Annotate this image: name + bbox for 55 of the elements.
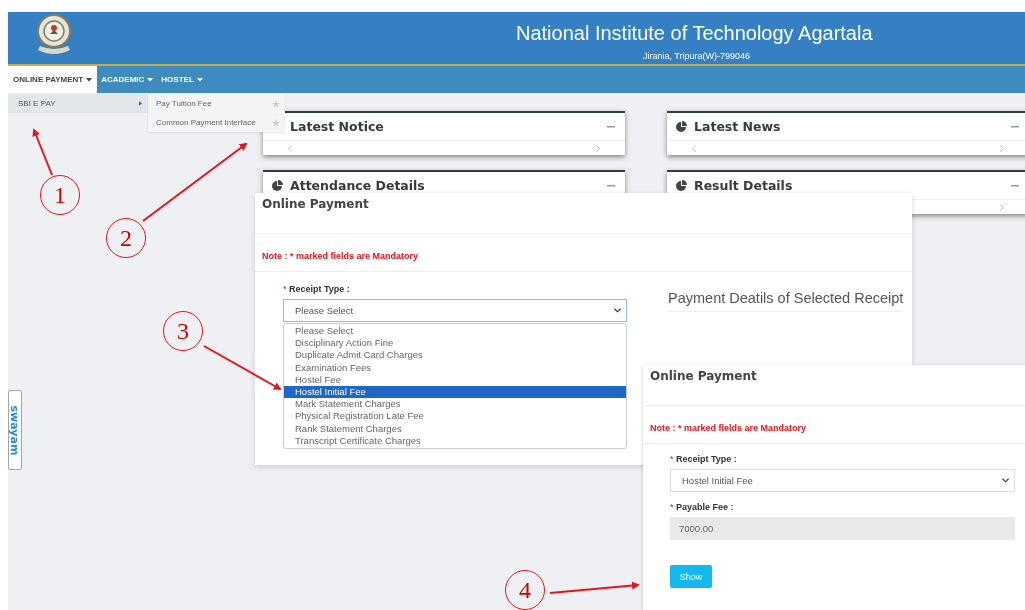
card-title: Attendance Details bbox=[290, 178, 425, 193]
caret-icon bbox=[196, 77, 203, 82]
submenu-item[interactable]: Common Payment Interface bbox=[156, 118, 256, 127]
card-title: Latest Notice bbox=[290, 119, 384, 134]
dropdown-option[interactable]: Transcript Certificate Charges bbox=[284, 434, 626, 447]
previous-icon[interactable] bbox=[692, 144, 696, 152]
next-icon[interactable] bbox=[1000, 144, 1004, 152]
next-icon[interactable] bbox=[1000, 203, 1004, 211]
dropdown-option[interactable]: Hostel Initial Fee bbox=[284, 385, 626, 399]
previous-icon[interactable] bbox=[288, 144, 292, 152]
caret-icon bbox=[86, 77, 93, 82]
field-label: * Receipt Type : bbox=[283, 284, 351, 294]
field-label: * Payable Fee : bbox=[670, 502, 735, 512]
dropdown-option[interactable]: Please Select bbox=[284, 325, 626, 338]
site-address: Jirania, Tripura(W)-799046 bbox=[643, 51, 752, 61]
nav-menu-item[interactable]: ONLINE PAYMENT bbox=[8, 66, 98, 93]
pie-chart-icon bbox=[675, 179, 687, 192]
pie-chart-icon bbox=[675, 120, 687, 133]
panel-title: Online Payment bbox=[649, 368, 758, 385]
section-heading: Payment Deatils of Selected Receipt bbox=[668, 290, 904, 312]
dropdown-option[interactable]: Rank Statement Charges bbox=[284, 422, 626, 435]
receipt-type-select[interactable]: Hostel Initial Fee bbox=[670, 469, 1015, 492]
collapse-icon[interactable] bbox=[607, 184, 615, 187]
pie-chart-icon bbox=[271, 179, 283, 192]
payable-fee-field[interactable]: 7000.00 bbox=[670, 517, 1015, 540]
dropdown-option[interactable]: Examination Fees bbox=[284, 361, 626, 374]
nav-menu-item[interactable]: ACADEMIC bbox=[97, 66, 158, 93]
nav-menu-item[interactable]: HOSTEL bbox=[157, 66, 207, 93]
collapse-icon[interactable] bbox=[607, 125, 615, 128]
mandatory-note: Note : * marked fields are Mandatory bbox=[650, 423, 807, 433]
panel-title: Online Payment bbox=[261, 196, 370, 213]
caret-icon bbox=[139, 101, 142, 106]
dropdown-option[interactable]: Hostel Fee bbox=[284, 373, 626, 386]
next-icon[interactable] bbox=[596, 144, 600, 152]
side-tab[interactable]: swayam bbox=[8, 390, 22, 470]
collapse-icon[interactable] bbox=[1011, 125, 1019, 128]
card-title: Latest News bbox=[694, 119, 781, 134]
star-icon[interactable] bbox=[272, 99, 280, 108]
submenu-item[interactable]: Pay Tuition Fee bbox=[156, 99, 212, 108]
annotation-arrow bbox=[32, 128, 53, 176]
dropdown-option[interactable]: Duplicate Admit Card Charges bbox=[284, 349, 626, 362]
receipt-type-select[interactable]: Please Select bbox=[283, 299, 627, 322]
caret-icon bbox=[147, 77, 154, 82]
star-icon[interactable] bbox=[272, 118, 280, 127]
collapse-icon[interactable] bbox=[1011, 184, 1019, 187]
dropdown-option[interactable]: Mark Statement Charges bbox=[284, 398, 626, 411]
dropdown-option[interactable]: Disciplinary Action Fine bbox=[284, 337, 626, 350]
dropdown-menu-item[interactable]: SBI E PAY bbox=[8, 94, 148, 113]
site-title: National Institute of Technology Agartala bbox=[516, 21, 873, 45]
dropdown-option[interactable]: Physical Registration Late Fee bbox=[284, 410, 626, 423]
field-label: * Receipt Type : bbox=[670, 454, 738, 464]
chevron-icon bbox=[614, 308, 621, 313]
mandatory-note: Note : * marked fields are Mandatory bbox=[262, 251, 419, 261]
chevron-icon bbox=[1002, 478, 1009, 483]
card-title: Result Details bbox=[694, 178, 793, 193]
